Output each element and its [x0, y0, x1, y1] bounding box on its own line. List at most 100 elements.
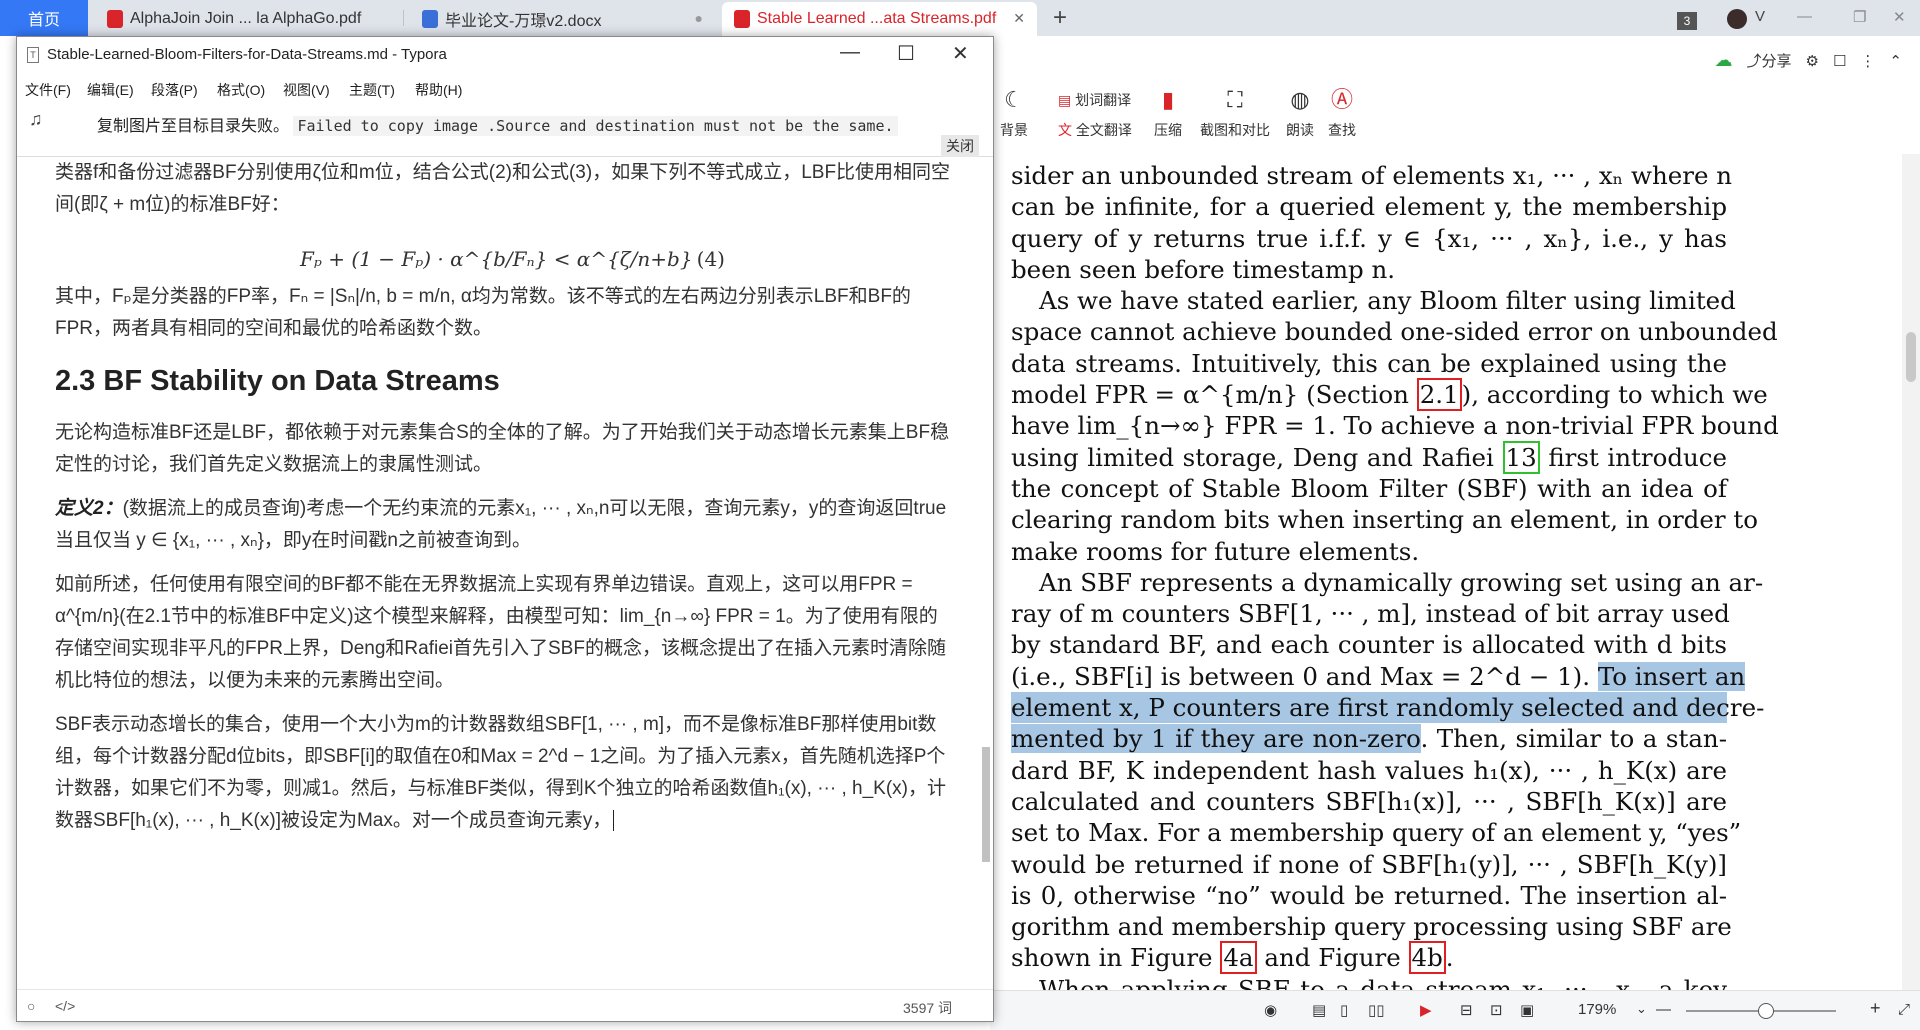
zoom-slider-handle[interactable] [1758, 1003, 1774, 1019]
paragraph-text: SBF表示动态增长的集合，使用一个大小为m的计数器数组SBF[1, ··· , … [55, 714, 946, 831]
tab-stable-learned[interactable]: Stable Learned ...ata Streams.pdf ✕ [722, 2, 1037, 36]
editor-area[interactable]: 类器f和备份过滤器BF分别使用ζ位和m位，结合公式(2)和公式(3)，如果下列不… [17, 157, 987, 989]
menu-theme[interactable]: 主题(T) [349, 80, 395, 100]
editor-content[interactable]: 类器f和备份过滤器BF分别使用ζ位和m位，结合公式(2)和公式(3)，如果下列不… [55, 157, 955, 849]
menu-edit[interactable]: 编辑(E) [87, 80, 134, 100]
scrollbar-thumb[interactable] [982, 747, 990, 862]
definition-paragraph[interactable]: 定义2：(数据流上的成员查询)考虑一个无约束流的元素x₁, ··· , xₙ,n… [55, 493, 955, 557]
menu-format[interactable]: 格式(O) [217, 80, 265, 100]
pdf-line: by standard BF, and each counter is allo… [1011, 630, 1727, 660]
share-icon: ⤴ [1746, 53, 1762, 70]
read-aloud-tool[interactable]: ◍ 朗读 [1286, 86, 1314, 140]
paragraph[interactable]: 无论构造标准BF还是LBF，都依赖于对元素集合S的全体的了解。为了开始我们关于动… [55, 417, 955, 481]
translate-tools: ▤ 划词翻译 文 全文翻译 [1058, 90, 1132, 144]
pdf-line: As we have stated earlier, any Bloom fil… [1039, 286, 1736, 316]
background-tool[interactable]: ☾ 背景 [1000, 86, 1028, 140]
figure-link[interactable]: 4b [1408, 941, 1446, 975]
screenshot-compare-tool[interactable]: ⛶ 截图和对比 [1200, 86, 1270, 140]
tab-docx[interactable]: 毕业论文-万璟v2.docx ● [410, 2, 715, 36]
menu-view[interactable]: 视图(V) [283, 80, 330, 100]
pdf-line: would be returned if none of SBF[h₁(y)],… [1011, 849, 1727, 879]
pdf-line: been seen before timestamp n. [1011, 254, 1396, 284]
maximize-icon[interactable]: ☐ [897, 41, 915, 66]
screenshot-icon: ⛶ [1227, 87, 1243, 112]
word-count[interactable]: 3597 词 [903, 998, 952, 1018]
cloud-sync-icon[interactable]: ☁ [1714, 50, 1732, 71]
pdf-line: data streams. Intuitively, this can be e… [1011, 348, 1727, 378]
chevron-down-icon[interactable]: ⌄ [1636, 1001, 1647, 1017]
tab-label: AlphaJoin Join ... la AlphaGo.pdf [130, 10, 362, 27]
pdf-line: ray of m counters SBF[1, ··· , m], inste… [1011, 599, 1730, 629]
menu-help[interactable]: 帮助(H) [415, 80, 462, 100]
pdf-icon [734, 10, 750, 28]
zoom-out-icon[interactable]: — [1656, 1001, 1671, 1018]
moon-icon: ☾ [1004, 87, 1024, 112]
fit-page-icon[interactable]: ⊡ [1490, 1001, 1503, 1019]
fullscreen-icon[interactable]: ⤢ [1898, 1001, 1910, 1018]
more-icon[interactable]: ⋮ [1860, 52, 1875, 70]
minimize-icon[interactable]: — [840, 41, 860, 64]
reader-scrollbar[interactable] [1902, 154, 1920, 990]
pdf-text-run: using limited storage, Deng and Rafiei [1011, 442, 1503, 472]
paragraph[interactable]: SBF表示动态增长的集合，使用一个大小为m的计数器数组SBF[1, ··· , … [55, 709, 955, 837]
pdf-line: clearing random bits when inserting an e… [1011, 505, 1758, 535]
tool-label: 压缩 [1154, 122, 1182, 138]
new-tab-button[interactable]: + [1053, 4, 1067, 32]
avatar[interactable] [1727, 9, 1747, 29]
actual-size-icon[interactable]: ▣ [1520, 1001, 1534, 1019]
editor-scrollbar[interactable] [981, 157, 991, 989]
zoom-in-icon[interactable]: + [1870, 998, 1881, 1019]
pdf-line: can be infinite, for a queried element y… [1011, 192, 1727, 222]
highlighted-text[interactable]: mented by 1 if they are non-zero [1011, 724, 1421, 754]
highlighted-text[interactable]: To insert an [1597, 661, 1746, 691]
typora-window: T Stable-Learned-Bloom-Filters-for-Data-… [16, 36, 994, 1022]
source-code-icon[interactable]: </> [55, 998, 75, 1014]
tab-dot: ● [694, 10, 703, 26]
typora-logo-icon: T [27, 47, 39, 63]
close-icon[interactable]: ✕ [952, 41, 969, 66]
zoom-level[interactable]: 179% [1578, 1001, 1616, 1018]
single-page-icon[interactable]: ▤ [1312, 1001, 1326, 1019]
compress-tool[interactable]: ▮ 压缩 [1154, 86, 1182, 140]
share-button[interactable]: ⤴分享 [1746, 50, 1791, 71]
menu-file[interactable]: 文件(F) [25, 80, 71, 100]
pdf-line: make rooms for future elements. [1011, 536, 1420, 566]
paragraph[interactable]: 如前所述，任何使用有限空间的BF都不能在无界数据流上实现有界单边错误。直观上，这… [55, 569, 955, 697]
restore-icon[interactable]: ❐ [1853, 8, 1866, 26]
continuous-page-icon[interactable]: ▯ [1340, 1001, 1348, 1019]
minimize-icon[interactable]: — [1797, 8, 1812, 25]
fit-width-icon[interactable]: ⊟ [1460, 1001, 1473, 1019]
pdf-line: shown in Figure 4a and Figure 4b. [1011, 941, 1727, 975]
reference-link-section[interactable]: 2.1 [1416, 378, 1462, 412]
user-name[interactable]: V [1755, 8, 1765, 25]
tab-alphajoin[interactable]: AlphaJoin Join ... la AlphaGo.pdf [95, 2, 395, 36]
paragraph[interactable]: 其中，Fₚ是分类器的FP率，Fₙ = |Sₙ|/n, b = m/n, α均为常… [55, 281, 955, 345]
pdf-line: set to Max. For a membership query of an… [1011, 818, 1742, 848]
comment-icon[interactable]: ☐ [1833, 52, 1846, 70]
paragraph[interactable]: 类器f和备份过滤器BF分别使用ζ位和m位，结合公式(2)和公式(3)，如果下列不… [55, 157, 955, 221]
window-count-badge[interactable]: 3 [1677, 12, 1697, 30]
pdf-line: sider an unbounded stream of elements x₁… [1011, 161, 1733, 190]
figure-link[interactable]: 4a [1220, 941, 1257, 975]
settings-icon[interactable]: ⚙ [1806, 52, 1819, 70]
close-icon[interactable]: ✕ [1013, 10, 1025, 27]
scrollbar-thumb[interactable] [1906, 332, 1916, 382]
play-icon[interactable]: ▶ [1420, 1001, 1432, 1019]
equation-block[interactable]: Fₚ + (1 − Fₚ) · α^{b/Fₙ} < α^{ζ/n+b} (4) [55, 233, 955, 281]
eye-icon[interactable]: ◉ [1264, 1001, 1277, 1019]
translate-icon: 文 [1058, 122, 1072, 138]
double-page-icon[interactable]: ▯▯ [1368, 1001, 1385, 1019]
find-tool[interactable]: Ⓐ 查找 [1328, 86, 1356, 140]
outline-toggle-icon[interactable]: ○ [27, 998, 35, 1014]
word-translate-tool[interactable]: ▤ 划词翻译 [1058, 90, 1132, 114]
citation-link[interactable]: 13 [1502, 440, 1540, 474]
collapse-icon[interactable]: ⌃ [1889, 52, 1902, 70]
highlighted-text[interactable]: element x, P counters are first randomly… [1011, 692, 1764, 724]
tab-home[interactable]: 首页 [0, 0, 88, 36]
section-heading[interactable]: 2.3 BF Stability on Data Streams [55, 363, 955, 399]
close-icon[interactable]: ✕ [1893, 8, 1906, 26]
menu-paragraph[interactable]: 段落(P) [151, 80, 198, 100]
close-notification-button[interactable]: 关闭 [941, 135, 979, 157]
full-translate-tool[interactable]: 文 全文翻译 [1058, 120, 1132, 144]
pdf-text-run: (i.e., SBF[i] is between 0 and Max = 2^d… [1011, 661, 1598, 691]
